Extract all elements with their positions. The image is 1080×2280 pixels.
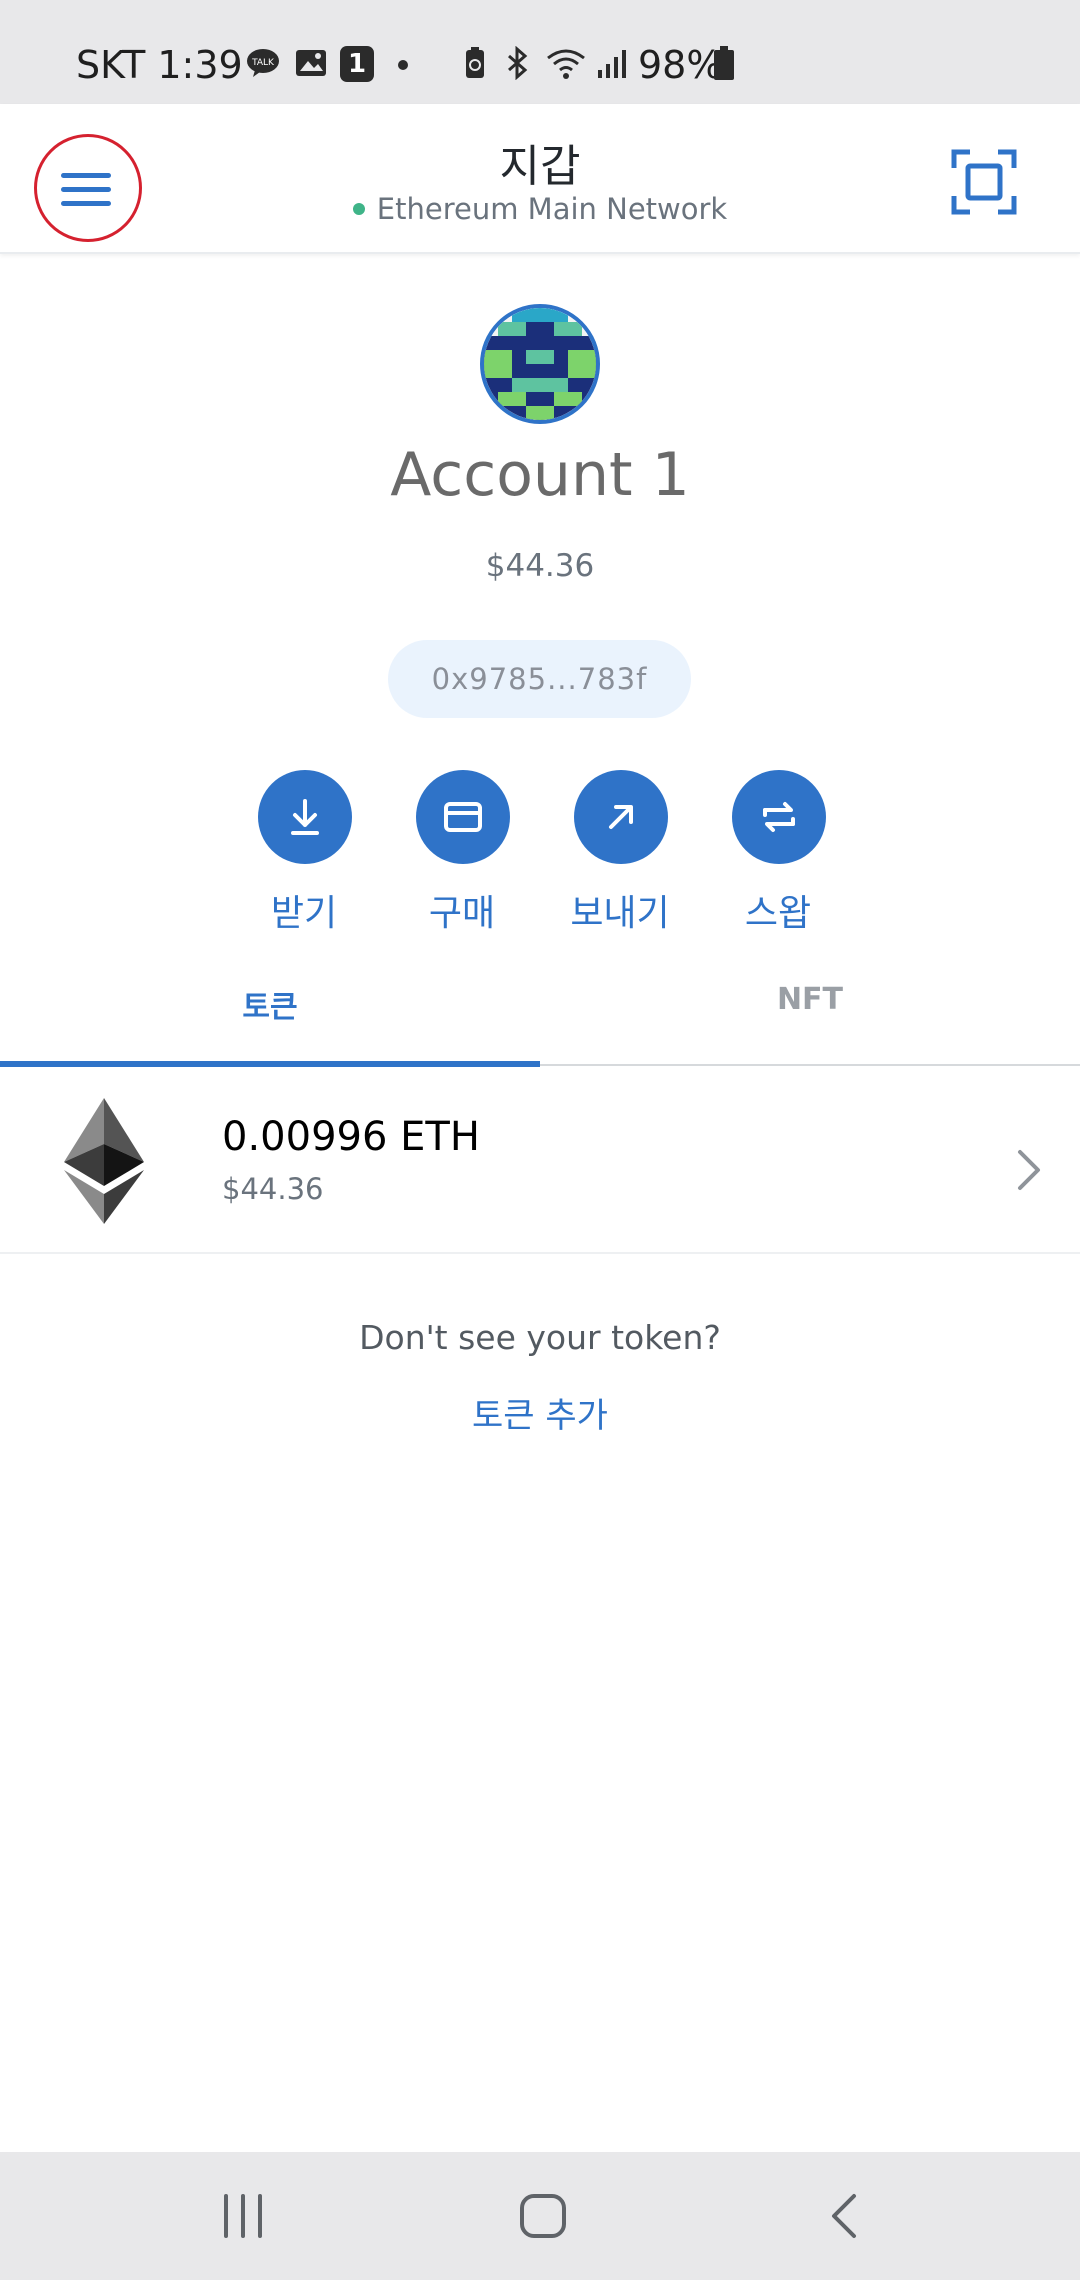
carrier-time: SKT 1:39 — [76, 43, 243, 87]
svg-text:TALK: TALK — [251, 58, 275, 68]
tab-tokens-label: 토큰 — [242, 990, 298, 1025]
receive-button[interactable]: 받기 — [234, 770, 374, 940]
app-header: 지갑 Ethereum Main Network — [0, 104, 1080, 254]
tab-tokens[interactable]: 토큰 — [0, 972, 540, 1064]
system-nav-bar — [0, 2152, 1080, 2280]
wifi-icon — [547, 49, 585, 79]
ethereum-icon — [64, 1098, 144, 1224]
token-amount: 0.00996 ETH — [222, 1114, 480, 1160]
signal-icon — [598, 50, 626, 78]
status-bar: SKT 1:39 TALK 1 98% — [0, 0, 1080, 104]
qr-scan-icon[interactable] — [950, 148, 1018, 216]
battery-saver-icon — [466, 47, 484, 78]
token-row-eth[interactable]: 0.00996 ETH $44.36 — [0, 1068, 1080, 1254]
bluetooth-icon — [508, 46, 528, 80]
account-avatar[interactable] — [480, 304, 600, 424]
home-icon[interactable] — [518, 2192, 568, 2240]
receive-label: 받기 — [270, 893, 338, 934]
send-label: 보내기 — [570, 893, 670, 934]
buy-label: 구매 — [428, 893, 496, 934]
token-fiat-value: $44.36 — [222, 1172, 324, 1206]
buy-button[interactable]: 구매 — [392, 770, 532, 940]
recent-apps-icon[interactable] — [220, 2192, 266, 2240]
tab-nft-label: NFT — [776, 982, 844, 1017]
active-tab-indicator — [0, 1061, 540, 1067]
notification-badge: 1 — [340, 46, 374, 82]
network-status-dot — [352, 203, 365, 215]
gallery-icon — [296, 50, 326, 76]
send-button[interactable]: 보내기 — [550, 770, 690, 940]
account-name[interactable]: Account 1 — [0, 440, 1080, 510]
back-icon[interactable] — [824, 2192, 864, 2240]
swap-button[interactable]: 스왑 — [708, 770, 848, 940]
add-token-link[interactable]: 토큰 추가 — [0, 1388, 1080, 1437]
account-address-button[interactable]: 0x9785...783f — [388, 640, 691, 718]
more-dot-icon — [398, 60, 408, 70]
battery-icon — [714, 46, 734, 80]
network-selector[interactable]: Ethereum Main Network — [0, 192, 1080, 226]
arrow-up-right-icon — [609, 805, 633, 829]
swap-label: 스왑 — [744, 893, 812, 934]
account-balance: $44.36 — [485, 548, 595, 584]
battery-percent: 98% — [638, 43, 723, 87]
kakaotalk-icon: TALK — [247, 49, 279, 77]
identicon — [484, 308, 596, 420]
missing-token-prompt: Don't see your token? — [359, 1318, 721, 1357]
page-title: 지갑 — [499, 141, 581, 192]
swap-icon — [763, 802, 795, 832]
download-icon — [291, 799, 319, 835]
tab-nft[interactable]: NFT — [540, 972, 1080, 1064]
chevron-right-icon — [1018, 1150, 1040, 1190]
card-icon — [444, 802, 482, 832]
network-name: Ethereum Main Network — [376, 192, 728, 226]
